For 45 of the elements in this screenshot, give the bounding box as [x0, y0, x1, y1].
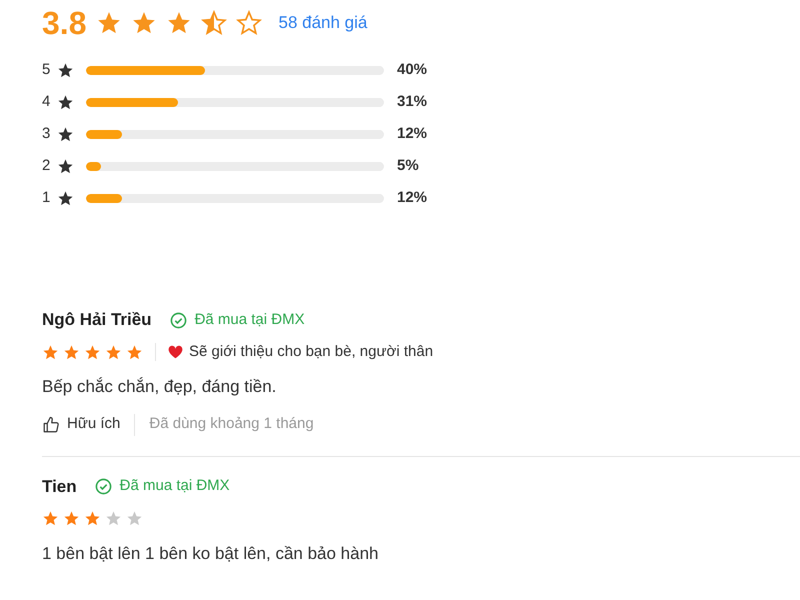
rating-score: 3.8: [42, 4, 86, 43]
check-circle-icon: [94, 478, 112, 495]
star-level-label: 3: [42, 124, 52, 144]
star-icon: [84, 510, 101, 527]
heart-icon: [168, 345, 183, 359]
star-icon: [96, 10, 122, 36]
star-level-label: 1: [42, 188, 52, 208]
star-icon: [57, 158, 74, 174]
star-icon: [42, 344, 59, 360]
reviewer-name: Ngô Hải Triều: [42, 309, 152, 332]
reviewer-name: Tien: [42, 476, 77, 498]
star-icon: [57, 62, 74, 78]
star-icon: [105, 344, 122, 360]
star-icon: [84, 344, 101, 360]
star-icon: [57, 94, 74, 110]
star-icon: [166, 10, 192, 36]
half-star-icon: [201, 10, 228, 36]
usage-duration: Đã dùng khoảng 1 tháng: [149, 414, 314, 434]
empty-star-icon: [105, 510, 122, 527]
empty-star-icon: [236, 10, 262, 36]
recommend-text: Sẽ giới thiệu cho bạn bè, người thân: [189, 342, 434, 362]
star-level-label: 4: [42, 92, 52, 112]
star-icon: [63, 510, 80, 527]
review-count-link[interactable]: 58 đánh giá: [278, 10, 368, 36]
star-icon: [126, 344, 143, 360]
helpful-button[interactable]: Hữu ích: [42, 413, 120, 436]
star-level-label: 5: [42, 60, 52, 80]
star-icon: [42, 510, 59, 527]
percent-label: 12%: [397, 188, 428, 208]
purchase-status-label: Đã mua tại ĐMX: [120, 476, 230, 496]
review-text: Bếp chắc chắn, đẹp, đáng tiền.: [42, 376, 278, 398]
star-icon: [57, 126, 74, 142]
percent-label: 12%: [397, 124, 428, 144]
star-level-label: 2: [42, 156, 52, 176]
review-text: 1 bên bật lên 1 bên ko bật lên, cần bảo hành: [42, 542, 380, 564]
empty-star-icon: [126, 510, 143, 527]
percent-label: 40%: [397, 60, 428, 80]
purchase-status-label: Đã mua tại ĐMX: [194, 310, 305, 330]
percent-label: 5%: [397, 156, 419, 176]
check-circle-icon: [170, 312, 187, 328]
star-icon: [63, 344, 80, 360]
star-icon: [57, 190, 74, 206]
thumbs-up-icon: [42, 416, 60, 434]
percent-label: 31%: [397, 92, 428, 112]
star-icon: [131, 10, 158, 36]
